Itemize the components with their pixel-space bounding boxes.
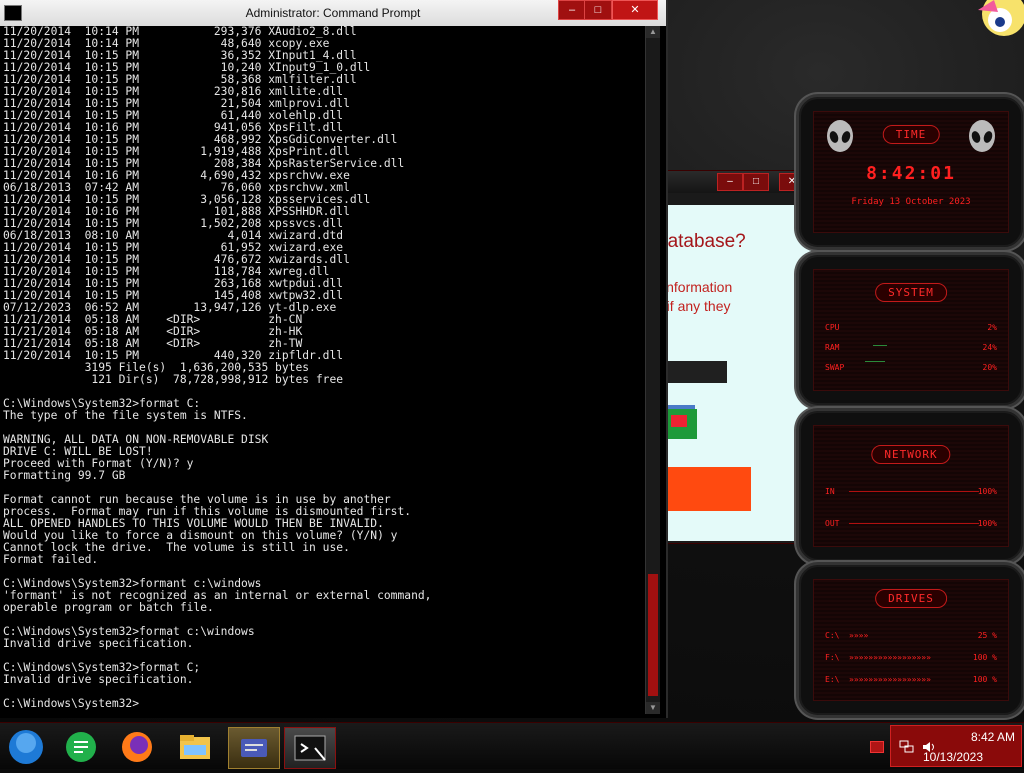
- firefox-icon[interactable]: [112, 727, 162, 767]
- maximize-icon[interactable]: □: [584, 0, 612, 20]
- console-line: Invalid drive specification.: [3, 673, 194, 686]
- console-line: The type of the file system is NTFS.: [3, 409, 248, 422]
- console-line: C:\Windows\System32>: [3, 697, 140, 710]
- action-button[interactable]: [657, 467, 751, 511]
- command-prompt-window[interactable]: Administrator: Command Prompt – □ ✕ 11/2…: [0, 0, 668, 718]
- system-tray[interactable]: 8:42 AM 10/13/2023: [890, 725, 1022, 767]
- background-window-content: database? information e if any they: [657, 205, 817, 541]
- maximize-icon[interactable]: □: [743, 173, 769, 191]
- minimize-icon[interactable]: –: [717, 173, 743, 191]
- console-line: Invalid drive specification.: [3, 637, 194, 650]
- start-orb-icon[interactable]: [2, 727, 50, 767]
- minimize-icon[interactable]: –: [558, 0, 586, 20]
- mascot-icon: [978, 0, 1024, 36]
- console-output[interactable]: 11/20/2014 10:14 PM 293,376 XAudio2_8.dl…: [3, 26, 643, 716]
- scroll-down-icon[interactable]: ▼: [646, 702, 660, 714]
- vertical-scrollbar[interactable]: ▲ ▼: [645, 26, 660, 714]
- console-line: Format failed.: [3, 553, 99, 566]
- system-graph-line: [865, 361, 885, 362]
- notes-app-icon[interactable]: [56, 727, 106, 767]
- network-out-graph: [849, 523, 979, 524]
- drives-gadget-title: DRIVES: [875, 589, 947, 608]
- command-prompt-titlebar[interactable]: Administrator: Command Prompt – □ ✕: [0, 0, 666, 26]
- gadget-clock: 8:42:01: [866, 163, 956, 184]
- info-text-line-1: information: [663, 279, 733, 295]
- console-line: operable program or batch file.: [3, 601, 214, 614]
- drives-gadget: DRIVES C:\ »»»» 25 % F:\ »»»»»»»»»»»»»»»…: [796, 562, 1024, 718]
- tray-flag-icon[interactable]: [870, 741, 884, 753]
- console-line: Formatting 99.7 GB: [3, 469, 126, 482]
- alien-logo-icon: [969, 120, 995, 152]
- taskbar-clock-time[interactable]: 8:42 AM: [971, 730, 1015, 744]
- question-heading: database?: [657, 231, 746, 252]
- network-in-graph: [849, 491, 979, 492]
- close-icon[interactable]: ✕: [612, 0, 658, 20]
- system-graph-line: [873, 345, 887, 346]
- file-explorer-icon[interactable]: [170, 727, 220, 767]
- gadget-date: Friday 13 October 2023: [851, 197, 971, 207]
- alien-logo-icon: [827, 120, 853, 152]
- command-prompt-icon: [294, 735, 326, 761]
- console-line: 121 Dir(s) 78,728,998,912 bytes free: [3, 373, 344, 386]
- taskbar-item-command-prompt[interactable]: [284, 727, 336, 769]
- scroll-up-icon[interactable]: ▲: [646, 26, 660, 38]
- info-text-line-2: e if any they: [657, 298, 731, 314]
- card-app-icon: [241, 739, 267, 757]
- taskbar-clock-date[interactable]: 10/13/2023: [891, 750, 1015, 764]
- taskbar-item-card-app[interactable]: [228, 727, 280, 769]
- network-gadget-title: NETWORK: [871, 445, 951, 464]
- time-gadget-title: TIME: [882, 125, 940, 144]
- time-gadget: TIME 8:42:01 Friday 13 October 2023: [796, 94, 1024, 250]
- scrollbar-thumb[interactable]: [648, 574, 658, 696]
- system-gadget-title: SYSTEM: [875, 283, 947, 302]
- taskbar: 8:42 AM 10/13/2023: [0, 722, 1024, 769]
- system-gadget: SYSTEM CPU 2% RAM 24% SWAP 20%: [796, 252, 1024, 408]
- network-gadget: NETWORK IN 100% OUT 100%: [796, 408, 1024, 564]
